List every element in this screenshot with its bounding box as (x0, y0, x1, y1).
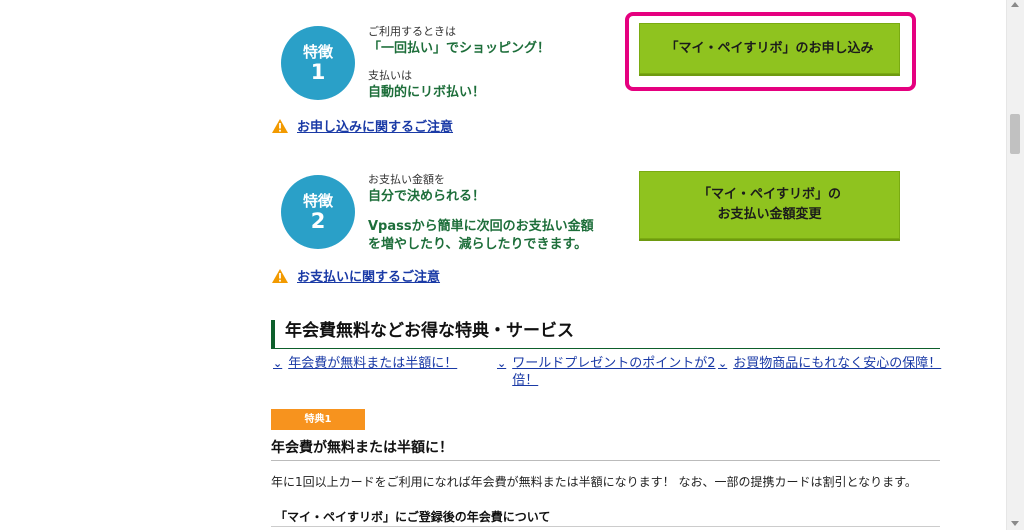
warning-icon (272, 268, 288, 283)
feature2-caution: お支払いに関するご注意 (271, 266, 440, 285)
feature2-big2a: Vpassから簡単に次回のお支払い金額 (368, 219, 594, 234)
anchor-label: お買物商品にもれなく安心の保障！ (733, 356, 942, 371)
anchor-label-line1: ワールドプレゼントのポイントが2 (512, 356, 716, 371)
section-divider (271, 348, 940, 349)
feature1-label: 特徴 (302, 43, 333, 61)
chevron-down-icon: ⌄ (718, 357, 728, 370)
apply-button[interactable]: 「マイ・ペイすリボ」のお申し込み (639, 23, 900, 74)
benefit-badge: 特典1 (271, 409, 365, 430)
feature2-number: 2 (310, 209, 326, 233)
vertical-scrollbar[interactable] (1006, 0, 1024, 530)
feature2-label: 特徴 (302, 192, 333, 210)
feature2-small1: お支払い金額を (368, 173, 445, 186)
caution-link-application[interactable]: お申し込みに関するご注意 (297, 116, 453, 135)
benefit-title: 年会費が無料または半額に！ (271, 440, 453, 456)
chevron-down-icon: ⌄ (497, 357, 507, 370)
table-top-border (271, 526, 940, 527)
feature2-big1: 自分で決められる！ (368, 189, 486, 204)
feature1-small2: 支払いは (368, 69, 412, 82)
feature1-circle: 特徴 1 (281, 26, 355, 100)
chevron-down-icon: ⌄ (273, 357, 283, 370)
feature1-number: 1 (310, 60, 326, 84)
change-payment-button[interactable]: 「マイ・ペイすリボ」の お支払い金額変更 (639, 171, 900, 239)
annual-fee-subtitle: 「マイ・ペイすリボ」にご登録後の年会費について (275, 510, 551, 524)
feature2-big2b: を増やしたり、減らしたりできます。 (368, 237, 588, 252)
warning-icon (272, 118, 288, 133)
caution-link-payment[interactable]: お支払いに関するご注意 (297, 266, 440, 285)
scroll-down-arrow-icon[interactable] (1011, 521, 1019, 526)
scroll-up-arrow-icon[interactable] (1011, 2, 1019, 7)
feature1-big2: 自動的にリボ払い！ (368, 85, 486, 100)
anchor-label: 年会費が無料または半額に！ (288, 356, 458, 371)
feature1-caution: お申し込みに関するご注意 (271, 116, 453, 135)
change-payment-line1: 「マイ・ペイすリボ」の (697, 187, 841, 202)
feature1-small1: ご利用するときは (368, 25, 456, 38)
anchor-link-shopping-guarantee[interactable]: ⌄ お買物商品にもれなく安心の保障！ (718, 355, 941, 372)
benefit-description: 年に1回以上カードをご利用になれば年会費が無料または半額になります！ なお、一部… (271, 475, 917, 489)
anchor-link-annual-fee[interactable]: ⌄ 年会費が無料または半額に！ (273, 355, 457, 372)
scroll-thumb[interactable] (1010, 114, 1020, 154)
feature1-big1: 「一回払い」でショッピング！ (368, 41, 551, 56)
change-payment-line2: お支払い金額変更 (717, 207, 822, 222)
anchor-label-line2: 倍！ (512, 373, 539, 388)
apply-button-label: 「マイ・ペイすリボ」のお申し込み (665, 40, 874, 56)
benefit-divider (271, 460, 940, 461)
feature2-circle: 特徴 2 (281, 175, 355, 249)
anchor-link-world-present[interactable]: ⌄ ワールドプレゼントのポイントが2 倍！ (497, 355, 716, 389)
section-title: 年会費無料などお得な特典・サービス (271, 320, 954, 348)
